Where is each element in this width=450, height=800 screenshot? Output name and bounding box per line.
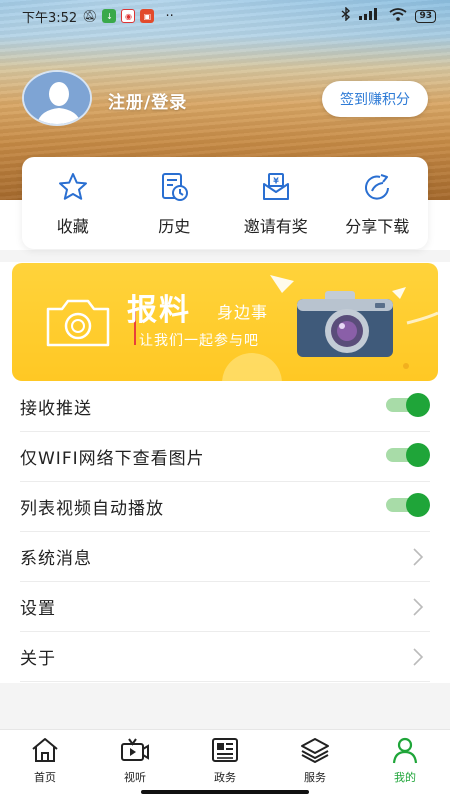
toggle-knob [406,393,430,417]
camera-outline-icon [46,299,110,347]
setting-label: 设置 [20,599,56,619]
download-icon: ↓ [102,9,117,23]
report-news-banner[interactable]: 报料 身边事 让我们一起参与吧 [12,263,438,381]
cellular-signal-icon [359,8,381,24]
svg-text:¥: ¥ [273,177,279,186]
history-icon [162,173,189,201]
star-icon [58,173,87,200]
battery-indicator: 93 [415,9,436,23]
more-notifications-icon: ·· [165,8,174,24]
chevron-right-icon [413,648,424,666]
newspaper-icon [212,738,238,762]
nav-mine[interactable]: 我的 [360,730,450,800]
quick-action-share-download[interactable]: 分享下载 [327,157,429,249]
status-time: 下午3:52 [22,10,78,26]
nav-label: 服务 [304,771,326,784]
wifi-icon [389,7,408,25]
login-register-link[interactable]: 注册/登录 [108,88,187,113]
banner-title: 报料 [127,293,191,328]
toggle-knob [406,493,430,517]
setting-row-about[interactable]: 关于 [20,632,430,682]
setting-row-receive-push[interactable]: 接收推送 [20,382,430,432]
setting-label: 仅WIFI网络下查看图片 [20,449,205,469]
home-icon [32,738,58,762]
nav-label: 首页 [34,771,56,784]
quick-action-invite-reward[interactable]: ¥ 邀请有奖 [225,157,327,249]
video-autoplay-toggle[interactable] [386,493,430,517]
quick-action-label: 收藏 [56,217,89,236]
section-divider [0,250,450,262]
setting-label: 接收推送 [20,399,92,419]
setting-row-system-messages[interactable]: 系统消息 [20,532,430,582]
setting-row-video-autoplay[interactable]: 列表视频自动播放 [20,482,430,532]
setting-label: 列表视频自动播放 [20,499,164,519]
banner-subtitle: 让我们一起参与吧 [139,333,259,349]
bottom-spacer [0,683,450,729]
app-notification-icon-2: ▣ [140,9,155,23]
chevron-right-icon [413,548,424,566]
home-indicator[interactable] [141,790,309,794]
camera-illustration-icon [297,291,393,357]
quick-action-label: 历史 [158,217,191,236]
nav-label: 我的 [394,771,416,784]
tv-icon [121,738,149,761]
chevron-right-icon [413,598,424,616]
invite-reward-icon: ¥ [262,173,289,200]
wifi-images-toggle[interactable] [386,443,430,467]
setting-label: 关于 [20,649,56,669]
quick-action-favorites[interactable]: 收藏 [22,157,124,249]
layers-icon [301,738,329,763]
toggle-knob [406,443,430,467]
banner-title-suffix: 身边事 [217,303,269,322]
setting-label: 系统消息 [20,549,92,569]
bluetooth-icon [341,6,351,25]
share-icon [365,174,390,200]
nav-label: 政务 [214,771,236,784]
app-notification-icon: ◉ [121,9,136,23]
quick-action-label: 邀请有奖 [243,217,308,236]
receive-push-toggle[interactable] [386,393,430,417]
status-bar: 下午3:52 🔕︎ ↓ ◉ ▣ ·· 93 [0,0,450,32]
user-icon [392,737,418,764]
quick-actions-card: 收藏 历史 ¥ 邀请有奖 分享下载 [22,157,428,249]
setting-row-settings[interactable]: 设置 [20,582,430,632]
nav-label: 视听 [124,771,146,784]
avatar[interactable] [22,70,92,126]
nav-home[interactable]: 首页 [0,730,90,800]
checkin-earn-points-button[interactable]: 签到赚积分 [322,81,428,117]
settings-list: 接收推送 仅WIFI网络下查看图片 列表视频自动播放 系统消息 设置 关于 [0,382,450,682]
setting-row-wifi-images[interactable]: 仅WIFI网络下查看图片 [20,432,430,482]
quick-action-label: 分享下载 [345,217,410,236]
quick-action-history[interactable]: 历史 [124,157,226,249]
mute-icon: 🔕︎ [82,9,98,23]
